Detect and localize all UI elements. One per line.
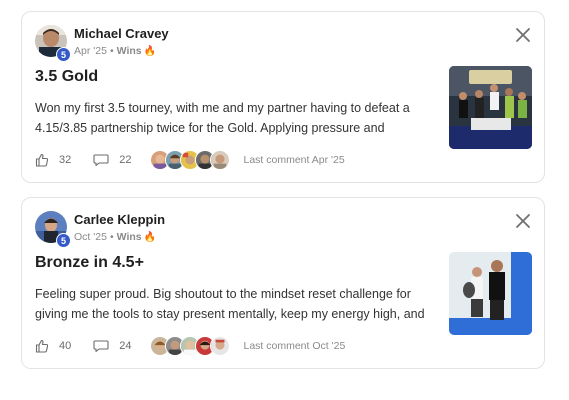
post-body[interactable]: Won my first 3.5 tourney, with me and my… bbox=[35, 98, 430, 138]
post-thumbnail[interactable] bbox=[449, 252, 532, 335]
comment-count: 24 bbox=[119, 340, 132, 352]
commenter-avatar bbox=[209, 150, 230, 170]
last-comment-label: Last comment Oct '25 bbox=[243, 340, 346, 352]
fire-icon: 🔥 bbox=[143, 45, 157, 57]
comment-icon bbox=[93, 154, 109, 167]
author-name[interactable]: Michael Cravey bbox=[74, 26, 169, 41]
thumbs-up-icon bbox=[35, 153, 49, 167]
comment-button[interactable]: 24 bbox=[93, 339, 132, 353]
post-date: Apr '25 bbox=[74, 45, 107, 57]
post-meta: Apr '25 • Wins 🔥 bbox=[74, 45, 156, 57]
like-button[interactable]: 32 bbox=[35, 153, 71, 167]
level-badge: 5 bbox=[56, 47, 71, 62]
like-count: 32 bbox=[59, 154, 72, 166]
post-card[interactable]: 5 Michael Cravey Apr '25 • Wins 🔥 3.5 Go… bbox=[21, 11, 545, 183]
comment-button[interactable]: 22 bbox=[93, 153, 132, 167]
fire-icon: 🔥 bbox=[143, 231, 157, 243]
post-category[interactable]: Wins bbox=[117, 231, 142, 243]
commenter-avatars[interactable] bbox=[149, 336, 230, 356]
post-category[interactable]: Wins bbox=[117, 45, 142, 57]
post-body[interactable]: Feeling super proud. Big shoutout to the… bbox=[35, 284, 430, 324]
comment-count: 22 bbox=[119, 154, 132, 166]
post-title[interactable]: 3.5 Gold bbox=[35, 68, 98, 86]
level-badge: 5 bbox=[56, 233, 71, 248]
post-actions: 32 22 Last comment Apr '25 bbox=[35, 150, 345, 170]
post-thumbnail[interactable] bbox=[449, 66, 532, 149]
close-icon[interactable] bbox=[514, 212, 532, 230]
commenter-avatar bbox=[209, 336, 230, 356]
author-avatar[interactable]: 5 bbox=[35, 25, 71, 62]
author-name[interactable]: Carlee Kleppin bbox=[74, 212, 165, 227]
post-date: Oct '25 bbox=[74, 231, 107, 243]
commenter-avatars[interactable] bbox=[149, 150, 230, 170]
close-icon[interactable] bbox=[514, 26, 532, 44]
post-actions: 40 24 Last comment Oct '25 bbox=[35, 336, 345, 356]
comment-icon bbox=[93, 340, 109, 353]
post-meta: Oct '25 • Wins 🔥 bbox=[74, 231, 156, 243]
like-count: 40 bbox=[59, 340, 72, 352]
author-avatar[interactable]: 5 bbox=[35, 211, 71, 248]
post-card[interactable]: 5 Carlee Kleppin Oct '25 • Wins 🔥 Bronze… bbox=[21, 197, 545, 369]
separator-dot: • bbox=[109, 45, 114, 57]
last-comment-label: Last comment Apr '25 bbox=[243, 154, 345, 166]
thumbs-up-icon bbox=[35, 339, 49, 353]
separator-dot: • bbox=[109, 231, 114, 243]
post-title[interactable]: Bronze in 4.5+ bbox=[35, 254, 144, 272]
like-button[interactable]: 40 bbox=[35, 339, 71, 353]
